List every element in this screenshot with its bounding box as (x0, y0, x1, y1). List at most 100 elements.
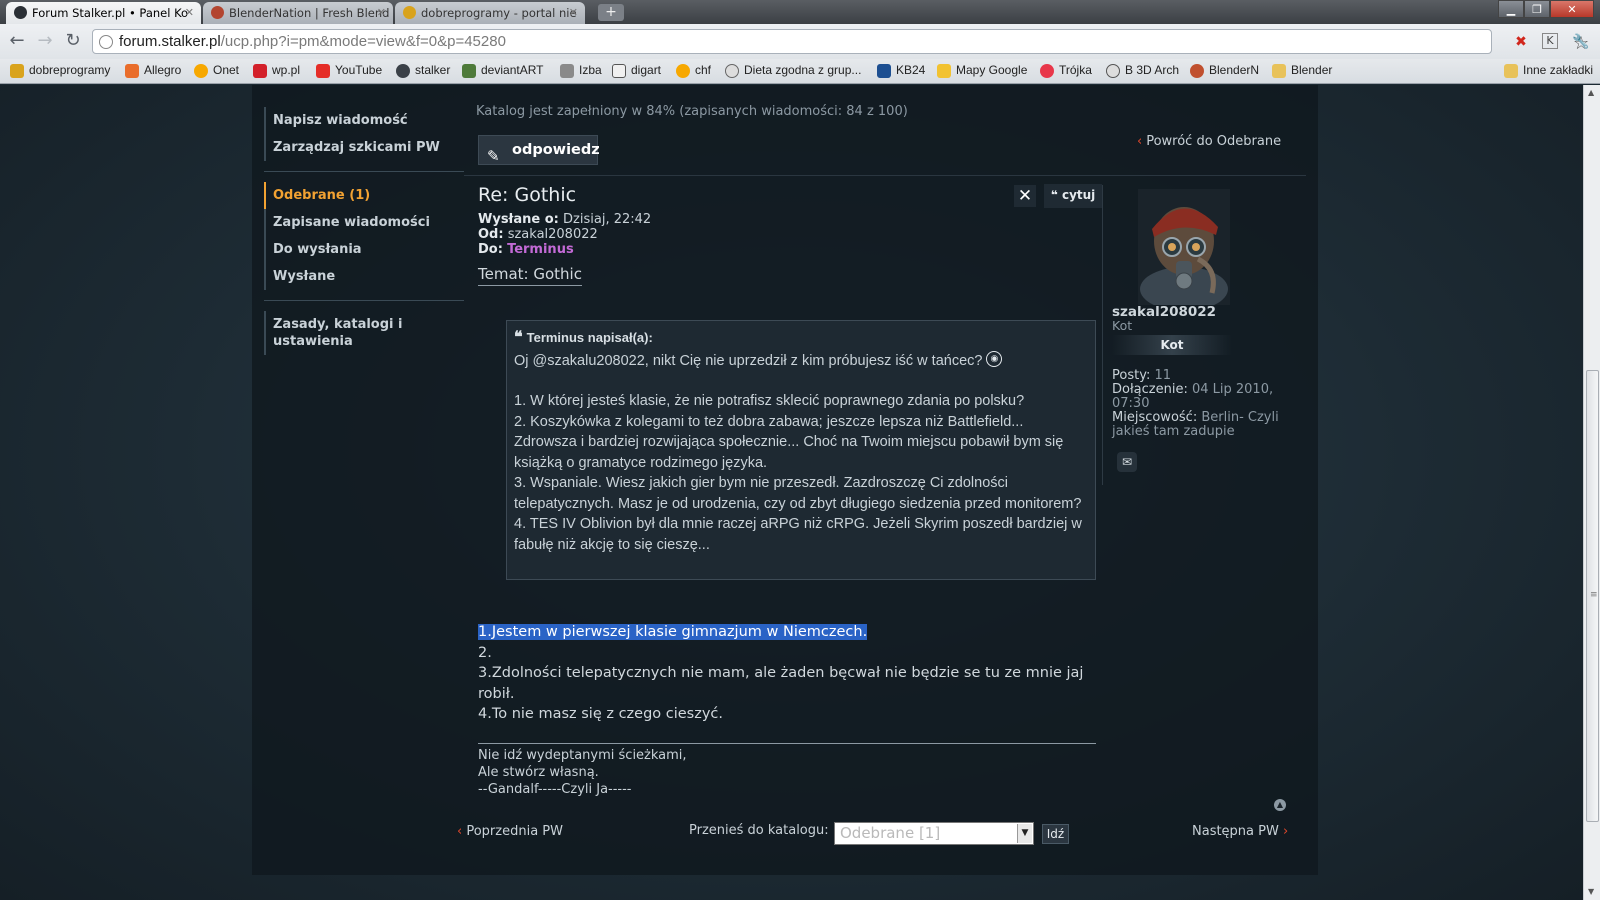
bookmark-item[interactable]: Dieta zgodna z grup... (725, 63, 861, 78)
reply-button-label: odpowiedz (512, 142, 600, 158)
tab-title: BlenderNation | Fresh Blend (229, 6, 390, 20)
bookmark-label: stalker (415, 63, 451, 77)
scroll-up-icon[interactable]: ▲ (1588, 88, 1594, 97)
bookmark-item[interactable]: chf (676, 63, 712, 78)
page-info-icon[interactable] (99, 35, 113, 49)
bookmark-item[interactable]: Izba (560, 63, 602, 78)
new-tab-button[interactable]: + (598, 4, 624, 21)
bookmark-item[interactable]: Trójka (1040, 63, 1092, 78)
pencil-icon: ✎ (487, 147, 500, 165)
bookmark-item[interactable]: BlenderN (1190, 63, 1259, 78)
close-tab-icon[interactable]: ✕ (569, 2, 578, 24)
folder-icon (1504, 64, 1518, 78)
folder-icon (1272, 64, 1286, 78)
menu-outbox[interactable]: Do wysłania (266, 236, 464, 263)
menu-drafts[interactable]: Zarządzaj szkicami PW (266, 134, 464, 161)
bookmark-item[interactable]: B 3D Arch (1106, 63, 1179, 78)
delete-message-button[interactable]: ✕ (1014, 185, 1036, 207)
bookmark-folder[interactable]: Blender (1272, 63, 1332, 78)
bookmark-icon (462, 64, 476, 78)
location-row: Miejscowość: Berlin- Czyli jakieś tam za… (1112, 411, 1287, 439)
sent-row: Wysłane o: Dzisiaj, 22:42 (478, 212, 1098, 227)
forward-arrow-icon[interactable]: → (34, 30, 56, 52)
to-label: Do: (478, 242, 503, 257)
page-viewport: Napisz wiadomość Zarządzaj szkicami PW O… (0, 85, 1583, 900)
other-bookmarks-folder[interactable]: Inne zakładki (1504, 63, 1593, 78)
close-tab-icon[interactable]: ✕ (377, 2, 386, 24)
youtube-icon (316, 64, 330, 78)
go-button[interactable]: Idź (1042, 824, 1069, 844)
bookmark-icon (877, 64, 891, 78)
extension-icon[interactable]: ✖ (1512, 33, 1530, 51)
minimize-button[interactable]: ▁ (1498, 0, 1524, 18)
body-line: 3.Zdolności telepatycznych nie mam, ale … (478, 665, 1084, 702)
tab-dobreprogramy[interactable]: dobreprogramy - portal nie ✕ (395, 2, 585, 24)
message-meta: Wysłane o: Dzisiaj, 22:42 Od: szakal2080… (478, 212, 1098, 257)
scroll-thumb[interactable]: ≡ (1586, 370, 1599, 822)
envelope-icon[interactable]: ✉ (1117, 452, 1137, 472)
reload-icon[interactable]: ↻ (62, 30, 84, 52)
topic-link[interactable]: Temat: Gothic (478, 265, 582, 286)
bookmark-item[interactable]: digart (612, 63, 661, 78)
wrench-menu-icon[interactable]: 🔧 (1572, 33, 1590, 51)
tab-forum-stalker[interactable]: Forum Stalker.pl • Panel Ko ✕ (6, 2, 201, 24)
bookmark-icon (560, 64, 574, 78)
page-scrollbar[interactable]: ▲ ≡ ▼ (1583, 85, 1600, 900)
bookmark-item[interactable]: Mapy Google (937, 63, 1027, 78)
extension-k-icon[interactable]: K (1542, 33, 1558, 49)
bookmark-item[interactable]: dobreprogramy (10, 63, 110, 78)
quote-button-label: cytuj (1061, 188, 1096, 202)
from-label: Od: (478, 227, 504, 242)
menu-compose[interactable]: Napisz wiadomość (266, 107, 464, 134)
bookmark-item[interactable]: deviantART (462, 63, 543, 78)
reply-button[interactable]: ✎ odpowiedz (478, 135, 600, 165)
tab-blendernation[interactable]: BlenderNation | Fresh Blend ✕ (203, 2, 393, 24)
quote-block: ❝ Terminus napisał(a): Oj @szakalu208022,… (506, 320, 1096, 580)
bookmark-item[interactable]: stalker (396, 63, 451, 78)
quote-button[interactable]: ❝ cytuj (1044, 184, 1102, 208)
bookmark-icon (10, 64, 24, 78)
scroll-down-icon[interactable]: ▼ (1588, 887, 1594, 896)
message-title: Re: Gothic (478, 184, 577, 206)
bookmark-item[interactable]: Allegro (125, 63, 181, 78)
rank-badge: Kot (1112, 335, 1232, 355)
profile-stats: Posty: 11 Dołączenie: 04 Lip 2010, 07:30… (1112, 369, 1287, 439)
chevron-left-icon: ‹ (1137, 134, 1143, 149)
back-to-inbox-link[interactable]: ‹ Powróć do Odebrane (1137, 134, 1281, 149)
next-pm-label: Następna PW (1192, 824, 1279, 839)
menu-inbox[interactable]: Odebrane (1) (264, 182, 464, 209)
bookmark-item[interactable]: KB24 (877, 63, 925, 78)
bookmark-item[interactable]: Onet (194, 63, 239, 78)
chevron-right-icon: › (1282, 824, 1289, 839)
tab-title: Forum Stalker.pl • Panel Ko (32, 6, 189, 20)
back-to-top-icon[interactable]: ▲ (1274, 799, 1286, 811)
address-bar[interactable]: forum.stalker.pl/ucp.php?i=pm&mode=view&… (92, 29, 1589, 54)
next-pm-link[interactable]: Następna PW › (1192, 824, 1288, 839)
bookmark-item[interactable]: YouTube (316, 63, 382, 78)
folder-select[interactable]: Odebrane [1] ▼ (834, 822, 1034, 845)
chevron-down-icon[interactable]: ▼ (1017, 824, 1032, 843)
bookmark-label: chf (695, 63, 712, 77)
signature-line: --Gandalf-----Czyli Ja----- (478, 782, 632, 797)
bookmark-icon (253, 64, 267, 78)
bookmark-icon (1040, 64, 1054, 78)
close-window-button[interactable]: ✕ (1550, 0, 1594, 18)
menu-rules[interactable]: Zasady, katalogi i ustawienia (266, 311, 416, 355)
back-arrow-icon[interactable]: ← (6, 30, 28, 52)
close-tab-icon[interactable]: ✕ (185, 2, 194, 24)
user-avatar[interactable] (1138, 189, 1230, 305)
signature-line: Ale stwórz własną. (478, 765, 599, 780)
previous-pm-link[interactable]: ‹ Poprzednia PW (457, 824, 563, 839)
profile-divider (1102, 185, 1103, 485)
recipient-link[interactable]: Terminus (507, 242, 574, 257)
quote-paragraph: 4. TES IV Oblivion był dla mnie raczej a… (514, 516, 1082, 553)
sent-value: Dzisiaj, 22:42 (563, 212, 652, 227)
profile-rank: Kot (1112, 318, 1133, 333)
menu-saved[interactable]: Zapisane wiadomości (266, 209, 464, 236)
menu-sent[interactable]: Wysłane (266, 263, 464, 290)
bookmark-item[interactable]: wp.pl (253, 63, 300, 78)
maximize-button[interactable]: ❐ (1524, 0, 1550, 18)
joined-label: Dołączenie: (1112, 382, 1188, 397)
signature-line: Nie idź wydeptanymi ścieżkami, (478, 748, 687, 763)
